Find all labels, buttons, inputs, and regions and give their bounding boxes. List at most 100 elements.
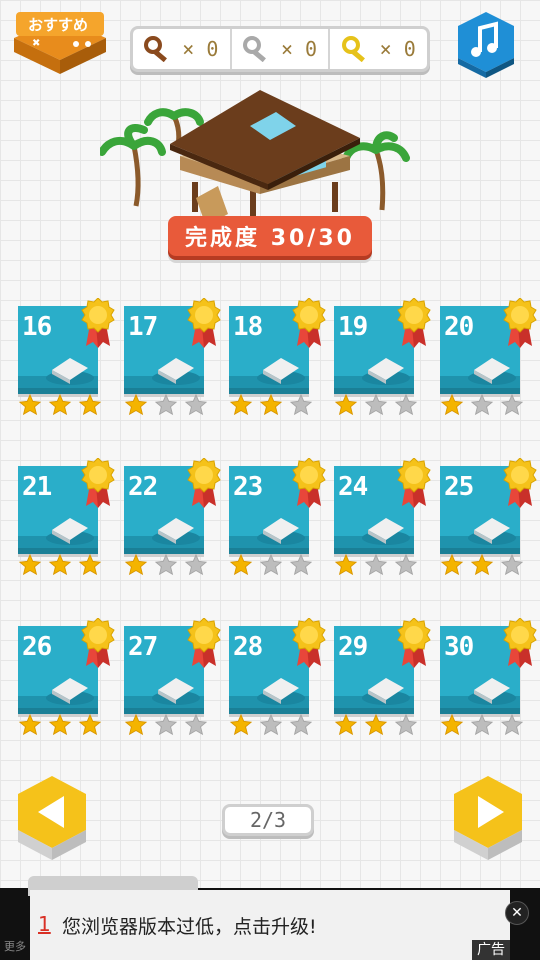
star-empty-icon — [500, 394, 524, 416]
gold-medal-icon — [81, 298, 115, 348]
arrow-right-icon — [454, 776, 522, 860]
gold-medal-icon — [81, 458, 115, 508]
level-22-tile[interactable]: 22 — [124, 458, 224, 578]
key-slot-bronze: × 0 — [133, 29, 230, 69]
star-rating — [18, 554, 102, 576]
star-filled-icon — [18, 394, 42, 416]
gold-medal-icon — [397, 618, 431, 668]
star-filled-icon — [48, 554, 72, 576]
star-filled-icon — [229, 554, 253, 576]
gold-medal-icon — [397, 458, 431, 508]
star-rating — [18, 394, 102, 416]
level-number: 26 — [22, 632, 52, 662]
level-30-tile[interactable]: 30 — [440, 618, 540, 738]
star-empty-icon — [289, 714, 313, 736]
level-21-tile[interactable]: 21 — [18, 458, 118, 578]
star-empty-icon — [289, 554, 313, 576]
gold-key-count: × 0 — [379, 37, 416, 61]
gold-medal-icon — [292, 618, 326, 668]
keys-panel: × 0 × 0 × 0 — [130, 26, 430, 72]
star-filled-icon — [48, 394, 72, 416]
level-number: 23 — [233, 472, 263, 502]
star-filled-icon — [18, 714, 42, 736]
completion-badge: 完成度 30/30 — [168, 216, 372, 256]
star-rating — [229, 714, 313, 736]
star-rating — [334, 394, 418, 416]
star-filled-icon — [334, 554, 358, 576]
level-17-tile[interactable]: 17 — [124, 298, 224, 418]
star-empty-icon — [154, 554, 178, 576]
palm-tree-left — [98, 124, 166, 207]
bronze-key-count: × 0 — [182, 37, 219, 61]
level-number: 16 — [22, 312, 52, 342]
star-empty-icon — [184, 394, 208, 416]
star-rating — [124, 554, 208, 576]
star-filled-icon — [124, 394, 148, 416]
gold-medal-icon — [81, 618, 115, 668]
prev-page-button[interactable] — [12, 772, 92, 862]
page-indicator: 2/3 — [222, 804, 314, 836]
house-illustration — [98, 86, 420, 226]
recommend-button[interactable]: ✖ おすすめ — [6, 8, 114, 80]
level-number: 29 — [338, 632, 368, 662]
star-filled-icon — [78, 394, 102, 416]
star-filled-icon — [229, 714, 253, 736]
gold-medal-icon — [187, 298, 221, 348]
star-filled-icon — [124, 554, 148, 576]
star-rating — [440, 714, 524, 736]
star-empty-icon — [394, 554, 418, 576]
star-rating — [229, 554, 313, 576]
star-empty-icon — [289, 394, 313, 416]
star-rating — [334, 554, 418, 576]
gold-medal-icon — [292, 458, 326, 508]
level-20-tile[interactable]: 20 — [440, 298, 540, 418]
star-empty-icon — [470, 714, 494, 736]
level-number: 24 — [338, 472, 368, 502]
gold-medal-icon — [397, 298, 431, 348]
star-filled-icon — [259, 394, 283, 416]
key-slot-silver: × 0 — [229, 29, 329, 69]
level-18-tile[interactable]: 18 — [229, 298, 329, 418]
level-28-tile[interactable]: 28 — [229, 618, 329, 738]
star-rating — [440, 394, 524, 416]
star-filled-icon — [470, 554, 494, 576]
gold-medal-icon — [503, 618, 537, 668]
star-empty-icon — [500, 714, 524, 736]
ad-close-button[interactable]: ✕ — [505, 901, 529, 925]
gold-medal-icon — [292, 298, 326, 348]
level-number: 18 — [233, 312, 263, 342]
gold-medal-icon — [503, 458, 537, 508]
star-empty-icon — [500, 554, 524, 576]
star-filled-icon — [48, 714, 72, 736]
level-29-tile[interactable]: 29 — [334, 618, 434, 738]
ad-text[interactable]: 您浏览器版本过低，点击升级! — [62, 912, 317, 939]
level-16-tile[interactable]: 16 — [18, 298, 118, 418]
level-number: 17 — [128, 312, 158, 342]
level-number: 25 — [444, 472, 474, 502]
star-filled-icon — [440, 554, 464, 576]
music-button[interactable] — [454, 8, 518, 80]
level-number: 30 — [444, 632, 474, 662]
level-23-tile[interactable]: 23 — [229, 458, 329, 578]
level-number: 20 — [444, 312, 474, 342]
next-page-button[interactable] — [448, 772, 528, 862]
star-rating — [18, 714, 102, 736]
star-empty-icon — [184, 714, 208, 736]
level-26-tile[interactable]: 26 — [18, 618, 118, 738]
star-rating — [124, 714, 208, 736]
level-25-tile[interactable]: 25 — [440, 458, 540, 578]
level-24-tile[interactable]: 24 — [334, 458, 434, 578]
bronze-key-icon — [144, 36, 168, 62]
star-empty-icon — [364, 394, 388, 416]
gold-medal-icon — [187, 618, 221, 668]
level-19-tile[interactable]: 19 — [334, 298, 434, 418]
level-27-tile[interactable]: 27 — [124, 618, 224, 738]
star-rating — [229, 394, 313, 416]
gold-medal-icon — [503, 298, 537, 348]
arrow-left-icon — [18, 776, 86, 860]
star-empty-icon — [259, 714, 283, 736]
level-number: 21 — [22, 472, 52, 502]
star-filled-icon — [440, 714, 464, 736]
key-slot-gold: × 0 — [328, 29, 427, 69]
star-filled-icon — [18, 554, 42, 576]
